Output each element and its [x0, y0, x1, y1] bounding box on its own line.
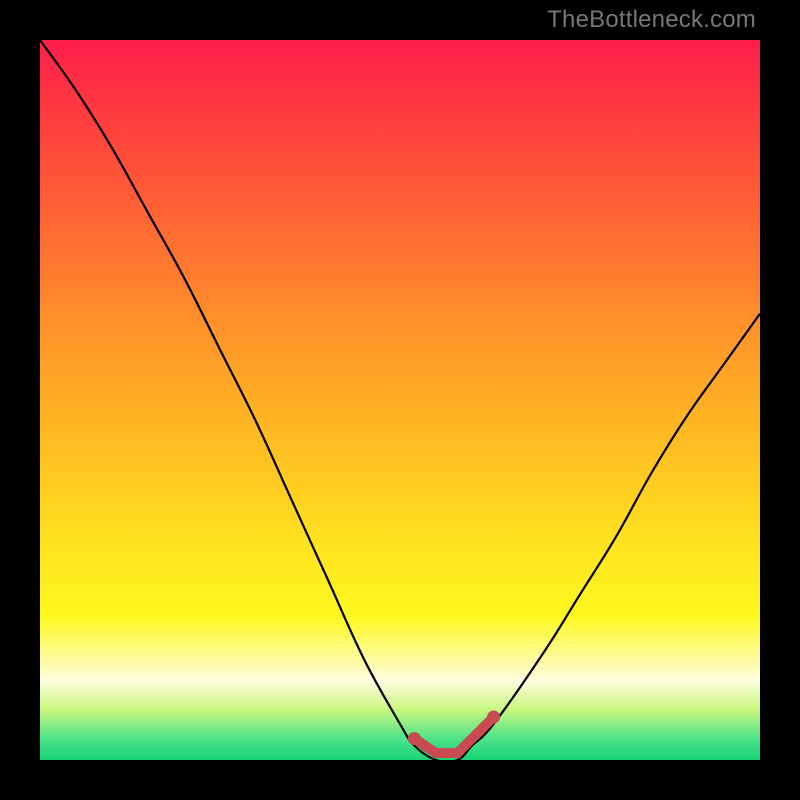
bottleneck-curve — [40, 40, 760, 760]
plot-area — [40, 40, 760, 760]
trough-dot-left — [408, 732, 421, 745]
watermark-text: TheBottleneck.com — [547, 6, 756, 34]
curve-svg — [40, 40, 760, 760]
curve-trough-marker — [414, 717, 493, 753]
chart-stage: TheBottleneck.com — [0, 0, 800, 800]
trough-dot-right — [487, 711, 500, 724]
